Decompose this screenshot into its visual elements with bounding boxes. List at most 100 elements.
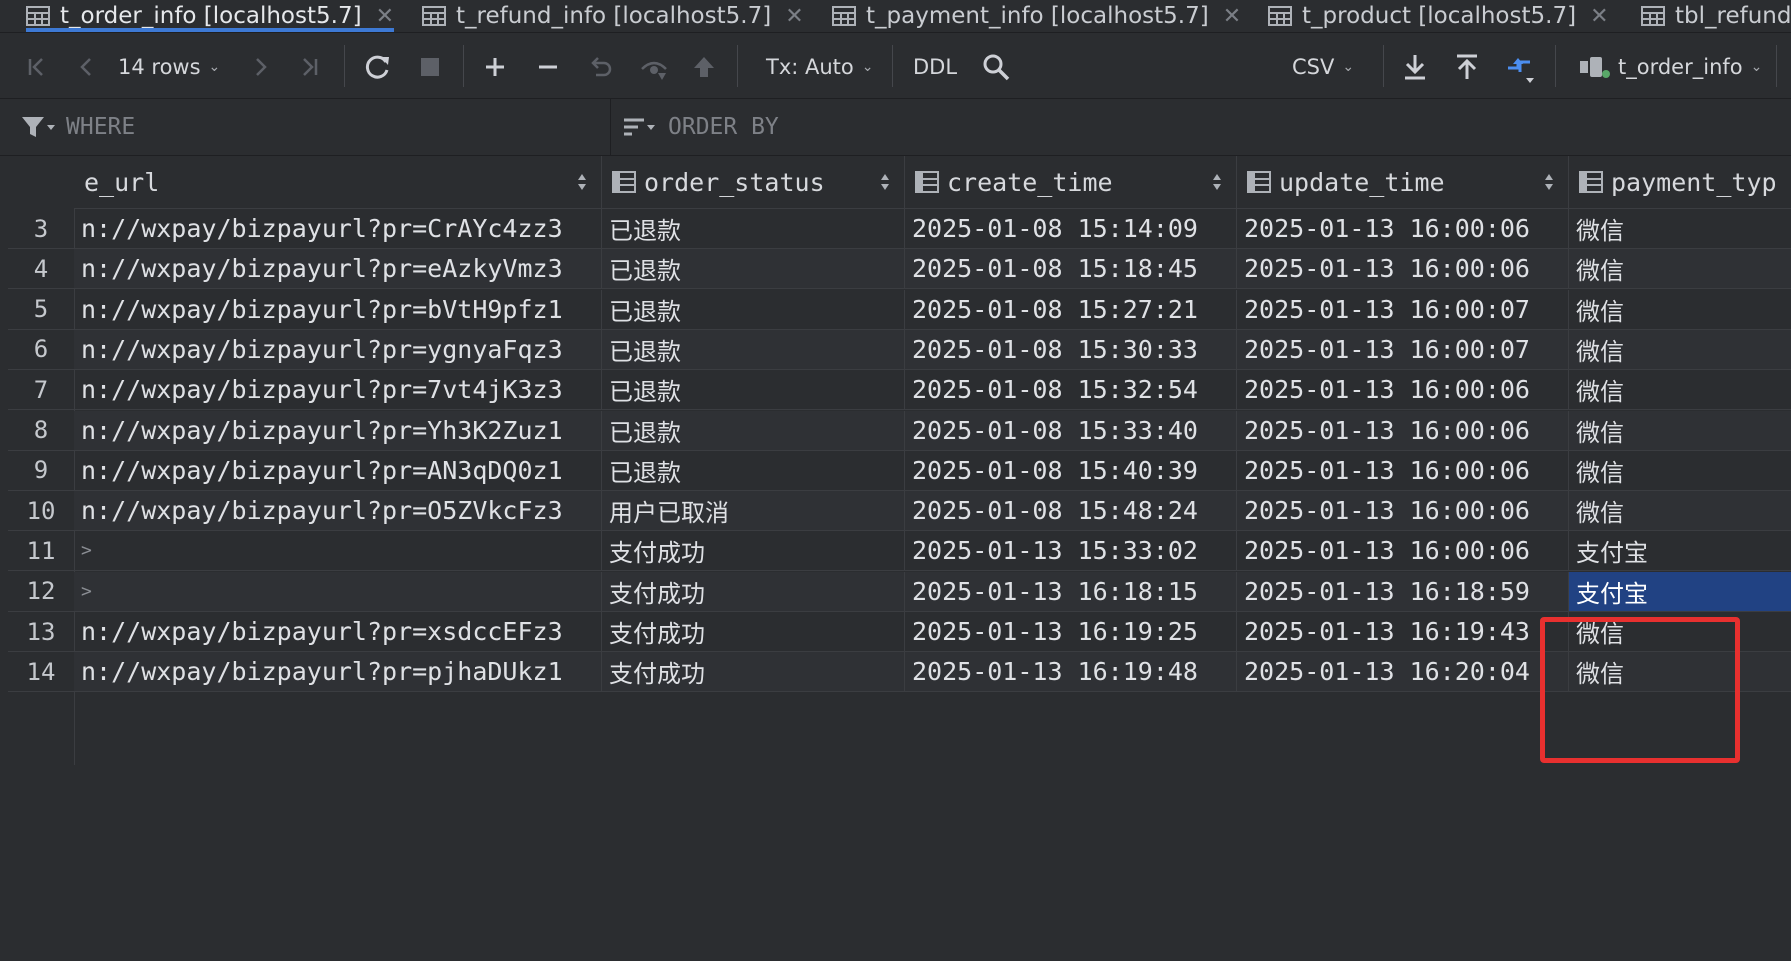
- row-number[interactable]: 3: [8, 209, 74, 249]
- table-row[interactable]: 10 n://wxpay/bizpayurl?pr=O5ZVkcFz3 用户已取消 2…: [8, 491, 1791, 532]
- tab-t-payment-info[interactable]: t_payment_info [localhost5.7] ✕: [832, 0, 1241, 32]
- cell-update-time[interactable]: 2025-01-13 16:00:06: [1237, 410, 1569, 451]
- table-row[interactable]: 14 n://wxpay/bizpayurl?pr=pjhaDUkz1 支付成功 20…: [8, 652, 1791, 693]
- cell-url[interactable]: n://wxpay/bizpayurl?pr=7vt4jK3z3: [74, 370, 602, 411]
- column-header-e-url[interactable]: e_url: [74, 156, 602, 208]
- column-header-create-time[interactable]: create_time: [905, 156, 1237, 208]
- search-icon[interactable]: [980, 51, 1012, 83]
- row-number[interactable]: 11: [8, 531, 74, 572]
- cell-update-time[interactable]: 2025-01-13 16:18:59: [1237, 571, 1569, 612]
- cell-create-time[interactable]: 2025-01-08 15:18:45: [905, 249, 1237, 290]
- cell-create-time[interactable]: 2025-01-08 15:27:21: [905, 289, 1237, 330]
- cell-create-time[interactable]: 2025-01-08 15:32:54: [905, 370, 1237, 411]
- cell-payment-type[interactable]: 微信: [1569, 370, 1791, 411]
- close-icon[interactable]: ✕: [1590, 4, 1608, 29]
- last-page-icon[interactable]: [294, 53, 324, 81]
- table-row[interactable]: 11 > 支付成功 2025-01-13 15:33:02 2025-01-13 16:…: [8, 531, 1791, 572]
- table-row[interactable]: 9 n://wxpay/bizpayurl?pr=AN3qDQ0z1 已退款 2025…: [8, 450, 1791, 491]
- cell-payment-type[interactable]: 微信: [1569, 652, 1791, 693]
- row-number[interactable]: 8: [8, 411, 74, 451]
- cell-create-time[interactable]: 2025-01-08 15:30:33: [905, 329, 1237, 370]
- cell-update-time[interactable]: 2025-01-13 16:20:04: [1237, 652, 1569, 693]
- table-row[interactable]: 3 n://wxpay/bizpayurl?pr=CrAYc4zz3 已退款 2025…: [8, 209, 1791, 249]
- preview-icon[interactable]: [638, 53, 670, 83]
- rows-count-selector[interactable]: 14 rows ⌄: [118, 51, 220, 83]
- cell-create-time[interactable]: 2025-01-13 16:19:25: [905, 612, 1237, 652]
- cell-update-time[interactable]: 2025-01-13 16:19:43: [1237, 612, 1569, 652]
- tab-t-refund-info[interactable]: t_refund_info [localhost5.7] ✕: [422, 0, 804, 32]
- cell-order-status[interactable]: 已退款: [602, 370, 905, 411]
- cell-create-time[interactable]: 2025-01-13 16:19:48: [905, 652, 1237, 693]
- row-number[interactable]: 14: [8, 652, 74, 693]
- cell-order-status[interactable]: 支付成功: [602, 612, 905, 652]
- cell-url[interactable]: >: [74, 531, 602, 572]
- cell-payment-type[interactable]: 微信: [1569, 410, 1791, 451]
- cell-order-status[interactable]: 已退款: [602, 289, 905, 330]
- table-row[interactable]: 6 n://wxpay/bizpayurl?pr=ygnyaFqz3 已退款 2025…: [8, 329, 1791, 370]
- row-number[interactable]: 7: [8, 370, 74, 411]
- delete-row-icon[interactable]: [534, 53, 562, 81]
- cell-url[interactable]: n://wxpay/bizpayurl?pr=CrAYc4zz3: [74, 209, 602, 249]
- row-number[interactable]: 9: [8, 451, 74, 491]
- prev-page-icon[interactable]: [72, 53, 100, 81]
- row-number[interactable]: 4: [8, 249, 74, 290]
- cell-payment-type[interactable]: 微信: [1569, 612, 1791, 652]
- submit-icon[interactable]: [690, 53, 718, 81]
- export-format-selector[interactable]: CSV ⌄: [1292, 51, 1354, 83]
- cell-update-time[interactable]: 2025-01-13 16:00:06: [1237, 531, 1569, 572]
- next-page-icon[interactable]: [247, 53, 275, 81]
- cell-update-time[interactable]: 2025-01-13 16:00:06: [1237, 209, 1569, 249]
- table-row[interactable]: 4 n://wxpay/bizpayurl?pr=eAzkyVmz3 已退款 2025…: [8, 249, 1791, 290]
- close-icon[interactable]: ✕: [785, 4, 803, 29]
- tab-t-order-info[interactable]: t_order_info [localhost5.7] ✕: [26, 0, 394, 32]
- cell-order-status[interactable]: 已退款: [602, 249, 905, 290]
- cell-update-time[interactable]: 2025-01-13 16:00:07: [1237, 289, 1569, 330]
- column-header-update-time[interactable]: update_time: [1237, 156, 1569, 208]
- cell-create-time[interactable]: 2025-01-08 15:33:40: [905, 410, 1237, 451]
- table-row[interactable]: 8 n://wxpay/bizpayurl?pr=Yh3K2Zuz1 已退款 2025…: [8, 410, 1791, 451]
- table-row[interactable]: 13 n://wxpay/bizpayurl?pr=xsdccEFz3 支付成功 20…: [8, 612, 1791, 652]
- stop-icon[interactable]: [416, 53, 444, 81]
- cell-payment-type[interactable]: 支付宝: [1569, 571, 1791, 612]
- row-number[interactable]: 13: [8, 612, 74, 652]
- cell-payment-type[interactable]: 微信: [1569, 249, 1791, 290]
- column-header-order-status[interactable]: order_status: [602, 156, 905, 208]
- cell-url[interactable]: n://wxpay/bizpayurl?pr=bVtH9pfz1: [74, 289, 602, 330]
- cell-url[interactable]: >: [74, 571, 602, 612]
- cell-update-time[interactable]: 2025-01-13 16:00:06: [1237, 450, 1569, 491]
- reload-icon[interactable]: [362, 51, 394, 83]
- cell-update-time[interactable]: 2025-01-13 16:00:06: [1237, 370, 1569, 411]
- table-row[interactable]: 7 n://wxpay/bizpayurl?pr=7vt4jK3z3 已退款 2025…: [8, 370, 1791, 411]
- download-icon[interactable]: [1400, 51, 1430, 83]
- row-number[interactable]: 6: [8, 330, 74, 370]
- cell-update-time[interactable]: 2025-01-13 16:00:06: [1237, 249, 1569, 290]
- cell-order-status[interactable]: 已退款: [602, 329, 905, 370]
- row-number[interactable]: 12: [8, 572, 74, 612]
- where-filter-field[interactable]: WHERE: [20, 99, 135, 155]
- ddl-button[interactable]: DDL: [913, 51, 957, 83]
- transaction-mode-selector[interactable]: Tx: Auto ⌄: [766, 51, 874, 83]
- cell-order-status[interactable]: 已退款: [602, 410, 905, 451]
- cell-order-status[interactable]: 已退款: [602, 209, 905, 249]
- cell-create-time[interactable]: 2025-01-13 15:33:02: [905, 531, 1237, 572]
- tab-tbl-refund[interactable]: tbl_refund: [1641, 0, 1791, 32]
- cell-url[interactable]: n://wxpay/bizpayurl?pr=eAzkyVmz3: [74, 249, 602, 290]
- cell-payment-type[interactable]: 微信: [1569, 290, 1791, 330]
- compare-icon[interactable]: [1503, 49, 1539, 85]
- upload-icon[interactable]: [1452, 51, 1482, 83]
- row-number[interactable]: 10: [8, 491, 74, 532]
- tab-t-product[interactable]: t_product [localhost5.7] ✕: [1268, 0, 1609, 32]
- cell-url[interactable]: n://wxpay/bizpayurl?pr=O5ZVkcFz3: [74, 491, 602, 532]
- cell-create-time[interactable]: 2025-01-08 15:40:39: [905, 450, 1237, 491]
- cell-order-status[interactable]: 用户已取消: [602, 491, 905, 532]
- cell-create-time[interactable]: 2025-01-13 16:18:15: [905, 571, 1237, 612]
- cell-order-status[interactable]: 支付成功: [602, 571, 905, 612]
- table-row[interactable]: 12 > 支付成功 2025-01-13 16:18:15 2025-01-13 16:…: [8, 571, 1791, 612]
- column-header-payment-type[interactable]: payment_typ: [1569, 156, 1791, 208]
- cell-url[interactable]: n://wxpay/bizpayurl?pr=Yh3K2Zuz1: [74, 410, 602, 451]
- cell-payment-type[interactable]: 微信: [1569, 451, 1791, 491]
- close-icon[interactable]: ✕: [1223, 4, 1241, 29]
- cell-url[interactable]: n://wxpay/bizpayurl?pr=xsdccEFz3: [74, 612, 602, 652]
- cell-order-status[interactable]: 支付成功: [602, 531, 905, 572]
- close-icon[interactable]: ✕: [376, 4, 394, 29]
